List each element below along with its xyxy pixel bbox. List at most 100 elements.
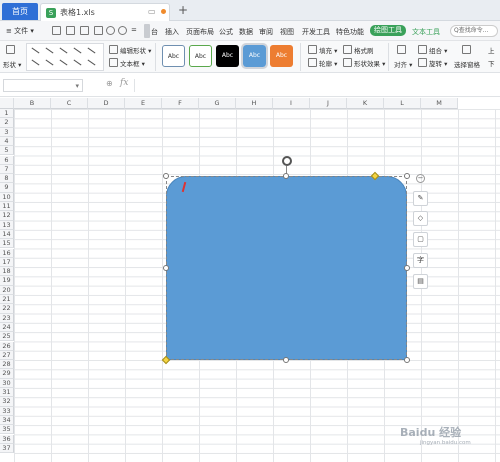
- line-shape-gallery[interactable]: [26, 43, 104, 71]
- document-tab[interactable]: S 表格1.xls ▭: [40, 3, 170, 21]
- fill-bucket-icon[interactable]: ◇: [413, 211, 428, 226]
- row-header[interactable]: 32: [0, 397, 14, 407]
- menu-developer[interactable]: 开发工具: [302, 27, 330, 37]
- edit-shape-button[interactable]: 编辑形状 ▾: [120, 45, 151, 55]
- new-tab-button[interactable]: +: [178, 3, 188, 17]
- row-header[interactable]: 15: [0, 239, 14, 249]
- resize-handle-top[interactable]: [283, 173, 289, 179]
- column-header[interactable]: K: [347, 98, 384, 109]
- row-header[interactable]: 3: [0, 127, 14, 137]
- shape-icon[interactable]: [6, 45, 15, 54]
- resize-handle-right[interactable]: [404, 265, 410, 271]
- align-button[interactable]: 对齐 ▾: [394, 59, 412, 69]
- row-header[interactable]: 23: [0, 313, 14, 323]
- column-header[interactable]: G: [199, 98, 236, 109]
- row-header[interactable]: 34: [0, 415, 14, 426]
- column-header[interactable]: E: [125, 98, 162, 109]
- text-char-icon[interactable]: 字: [413, 253, 428, 268]
- fx-icon[interactable]: fx: [120, 78, 128, 88]
- command-search[interactable]: Q查找命令...: [450, 25, 498, 37]
- row-header[interactable]: 22: [0, 304, 14, 314]
- row-header[interactable]: 14: [0, 229, 14, 240]
- rotate-button[interactable]: 旋转 ▾: [429, 58, 447, 68]
- resize-handle-top-left[interactable]: [163, 173, 169, 179]
- pen-icon[interactable]: ✎: [413, 191, 428, 206]
- group-button[interactable]: 组合 ▾: [429, 45, 447, 55]
- menu-special-features[interactable]: 特色功能: [336, 27, 364, 37]
- undo-icon[interactable]: [106, 26, 115, 35]
- column-header[interactable]: L: [384, 98, 421, 109]
- style-swatch-blue[interactable]: Abc: [241, 43, 268, 69]
- chevron-down-icon[interactable]: ▾: [75, 82, 79, 90]
- format-painter-button[interactable]: 格式刷: [354, 45, 374, 55]
- save-icon[interactable]: [52, 26, 61, 35]
- row-header[interactable]: 37: [0, 443, 14, 454]
- select-all-corner[interactable]: [0, 98, 14, 109]
- start-tab-label-icon[interactable]: 台: [151, 27, 160, 36]
- column-header[interactable]: H: [236, 98, 273, 109]
- row-header[interactable]: 6: [0, 155, 14, 165]
- resize-handle-top-right[interactable]: [404, 173, 410, 179]
- drawing-tools-tab[interactable]: 绘图工具: [370, 25, 406, 36]
- row-header[interactable]: 33: [0, 406, 14, 416]
- menu-page-layout[interactable]: 页面布局: [186, 27, 214, 37]
- menu-data[interactable]: 数据: [239, 27, 253, 37]
- row-header[interactable]: 19: [0, 276, 14, 286]
- column-header[interactable]: M: [421, 98, 458, 109]
- style-swatch-green[interactable]: Abc: [189, 45, 212, 67]
- collapse-icon[interactable]: −: [416, 174, 425, 183]
- redo-icon[interactable]: [118, 26, 127, 35]
- column-header[interactable]: I: [273, 98, 310, 109]
- column-header[interactable]: B: [14, 98, 51, 109]
- resize-handle-bottom-right[interactable]: [404, 357, 410, 363]
- formula-input[interactable]: [134, 79, 498, 92]
- column-header[interactable]: J: [310, 98, 347, 109]
- start-tab-icon[interactable]: [144, 24, 150, 38]
- zoom-icon[interactable]: ⊕: [106, 79, 113, 88]
- row-header[interactable]: 4: [0, 136, 14, 147]
- selection-pane-button[interactable]: 选择窗格: [454, 59, 480, 69]
- shape-dropdown[interactable]: 形状 ▾: [3, 59, 21, 69]
- row-header[interactable]: 13: [0, 220, 14, 230]
- export-icon[interactable]: [66, 26, 75, 35]
- menu-formulas[interactable]: 公式: [219, 27, 233, 37]
- row-header[interactable]: 11: [0, 202, 14, 212]
- row-header[interactable]: 20: [0, 285, 14, 295]
- row-header[interactable]: 35: [0, 425, 14, 435]
- fill-button[interactable]: 填充 ▾: [319, 45, 337, 55]
- row-header[interactable]: 30: [0, 378, 14, 388]
- monitor-icon[interactable]: ▭: [148, 7, 156, 16]
- row-header[interactable]: 16: [0, 248, 14, 258]
- resize-handle-left[interactable]: [163, 265, 169, 271]
- row-header[interactable]: 36: [0, 434, 14, 444]
- bring-forward-button[interactable]: 上: [488, 45, 495, 55]
- text-box-button[interactable]: 文本框 ▾: [120, 58, 145, 68]
- style-swatch-white[interactable]: Abc: [162, 45, 185, 67]
- menu-view[interactable]: 视图: [280, 27, 294, 37]
- style-swatch-black[interactable]: Abc: [216, 45, 239, 67]
- home-tab[interactable]: 首页: [2, 3, 38, 20]
- send-backward-button[interactable]: 下: [488, 58, 495, 68]
- outline-box-icon[interactable]: ▢: [413, 232, 428, 247]
- text-tools-tab[interactable]: 文本工具: [412, 27, 440, 37]
- menu-insert[interactable]: 插入: [165, 27, 179, 37]
- row-header[interactable]: 25: [0, 332, 14, 342]
- column-header[interactable]: D: [88, 98, 125, 109]
- row-header[interactable]: 27: [0, 350, 14, 361]
- outline-button[interactable]: 轮廓 ▾: [319, 58, 337, 68]
- row-header[interactable]: 2: [0, 118, 14, 128]
- name-box[interactable]: ▾: [3, 79, 83, 92]
- row-header[interactable]: 28: [0, 360, 14, 370]
- row-header[interactable]: 1: [0, 109, 14, 119]
- row-header[interactable]: 5: [0, 146, 14, 156]
- style-swatch-orange[interactable]: Abc: [270, 45, 293, 67]
- row-header[interactable]: 26: [0, 341, 14, 351]
- row-header[interactable]: 24: [0, 322, 14, 333]
- preview-icon[interactable]: [94, 26, 103, 35]
- resize-handle-bottom[interactable]: [283, 357, 289, 363]
- menu-review[interactable]: 审阅: [259, 27, 273, 37]
- row-header[interactable]: 10: [0, 192, 14, 202]
- row-header[interactable]: 17: [0, 257, 14, 268]
- column-header[interactable]: F: [162, 98, 199, 109]
- row-header[interactable]: 31: [0, 388, 14, 398]
